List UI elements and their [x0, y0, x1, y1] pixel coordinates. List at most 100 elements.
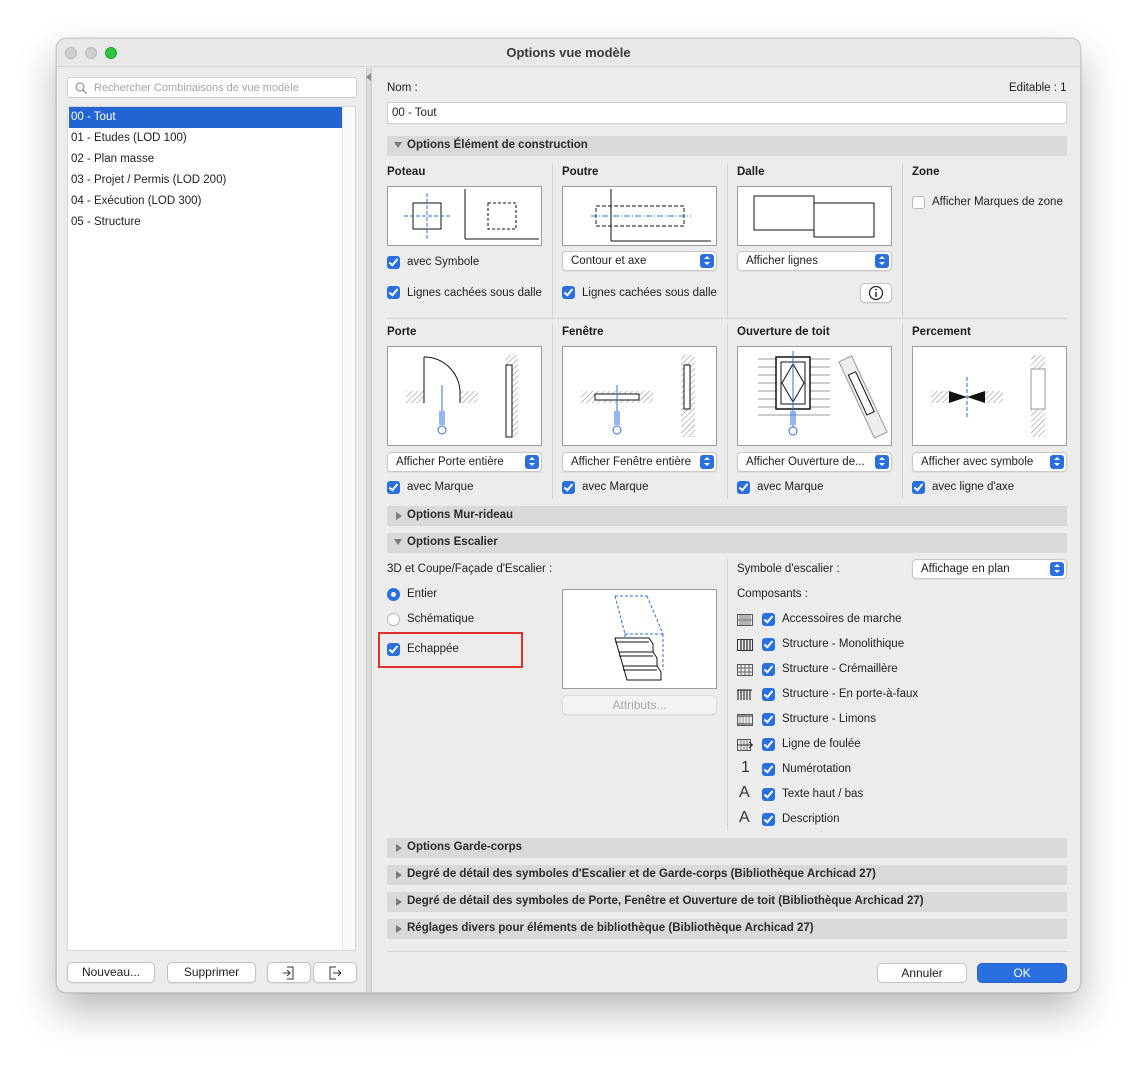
poutre-cachees-checkbox[interactable]: [562, 286, 575, 299]
view-combination-list[interactable]: 00 - Tout 01 - Etudes (LOD 100) 02 - Pla…: [67, 106, 356, 951]
percement-axe-checkbox[interactable]: [912, 481, 925, 494]
cancel-button[interactable]: Annuler: [877, 963, 967, 983]
disclosure-closed-icon: [396, 898, 402, 906]
list-item[interactable]: 04 - Exécution (LOD 300): [69, 191, 343, 212]
list-item[interactable]: 05 - Structure: [69, 212, 343, 233]
component-checkbox[interactable]: [762, 688, 775, 701]
schematique-radio[interactable]: [387, 613, 400, 626]
search-icon: [75, 82, 88, 95]
chevron-updown-icon: [1050, 562, 1064, 576]
window-title: Options vue modèle: [506, 45, 631, 60]
export-icon: [329, 966, 342, 980]
disclosure-closed-icon: [396, 844, 402, 852]
section-detail-stair[interactable]: Degré de détail des symboles d'Escalier …: [387, 865, 1067, 885]
poutre-preview: [562, 186, 717, 246]
list-item[interactable]: 00 - Tout: [69, 107, 343, 128]
schematique-label: Schématique: [407, 613, 475, 625]
dalle-title: Dalle: [737, 166, 765, 178]
entier-radio[interactable]: [387, 588, 400, 601]
name-field[interactable]: 00 - Tout: [387, 102, 1067, 124]
name-label: Nom :: [387, 82, 418, 94]
popup-value: Afficher avec symbole: [921, 456, 1034, 468]
component-checkbox[interactable]: [762, 788, 775, 801]
section-title: Réglages divers pour éléments de bibliot…: [407, 922, 814, 934]
ouverture-display-popup[interactable]: Afficher Ouverture de...: [737, 452, 892, 472]
porte-preview: [387, 346, 542, 446]
list-item[interactable]: 02 - Plan masse: [69, 149, 343, 170]
poteau-preview: [387, 186, 542, 246]
monolithic-structure-icon: [737, 639, 753, 651]
component-checkbox[interactable]: [762, 638, 775, 651]
poutre-display-popup[interactable]: Contour et axe: [562, 251, 717, 271]
ouverture-preview: [737, 346, 892, 446]
section-railing[interactable]: Options Garde-corps: [387, 838, 1067, 858]
section-title: Options Élément de construction: [407, 139, 588, 151]
section-misc[interactable]: Réglages divers pour éléments de bibliot…: [387, 919, 1067, 939]
component-checkbox[interactable]: [762, 713, 775, 726]
zone-marques-checkbox[interactable]: [912, 196, 925, 209]
component-label: Structure - En porte-à-faux: [782, 688, 919, 700]
pane-splitter[interactable]: [366, 68, 372, 992]
options-dialog: Options vue modèle 00 - Tout 01 - Etudes…: [56, 38, 1081, 993]
poteau-cachees-checkbox[interactable]: [387, 286, 400, 299]
popup-value: Contour et axe: [571, 255, 647, 267]
walking-line-icon: [737, 739, 753, 751]
attributs-button[interactable]: Attributs...: [562, 695, 717, 715]
percement-display-popup[interactable]: Afficher avec symbole: [912, 452, 1067, 472]
disclosure-closed-icon: [396, 925, 402, 933]
numbering-icon: 1: [741, 759, 750, 776]
chevron-updown-icon: [875, 455, 889, 469]
info-button[interactable]: [860, 283, 892, 303]
section-title: Options Mur-rideau: [407, 509, 514, 521]
import-button[interactable]: [267, 962, 311, 983]
section-curtain-wall[interactable]: Options Mur-rideau: [387, 506, 1067, 526]
highlight-box: [378, 632, 523, 668]
component-checkbox[interactable]: [762, 738, 775, 751]
fenetre-title: Fenêtre: [562, 326, 604, 338]
percement-axe-label: avec ligne d'axe: [932, 481, 1015, 493]
entier-label: Entier: [407, 588, 438, 600]
component-checkbox[interactable]: [762, 813, 775, 826]
fenetre-preview: [562, 346, 717, 446]
search-field[interactable]: [67, 77, 357, 98]
info-icon: [868, 285, 884, 301]
component-label: Numérotation: [782, 763, 852, 775]
component-checkbox[interactable]: [762, 763, 775, 776]
disclosure-closed-icon: [396, 871, 402, 879]
ouverture-title: Ouverture de toit: [737, 326, 830, 338]
poteau-symbole-checkbox[interactable]: [387, 256, 400, 269]
new-button[interactable]: Nouveau...: [67, 962, 155, 983]
component-checkbox[interactable]: [762, 613, 775, 626]
delete-button[interactable]: Supprimer: [167, 962, 256, 983]
ouverture-marque-checkbox[interactable]: [737, 481, 750, 494]
fenetre-marque-label: avec Marque: [582, 481, 649, 493]
porte-display-popup[interactable]: Afficher Porte entière: [387, 452, 542, 472]
porte-marque-checkbox[interactable]: [387, 481, 400, 494]
side-stringer-icon: [737, 714, 753, 726]
chevron-updown-icon: [700, 254, 714, 268]
fenetre-display-popup[interactable]: Afficher Fenêtre entière: [562, 452, 717, 472]
dalle-display-popup[interactable]: Afficher lignes: [737, 251, 892, 271]
symbole-escalier-popup[interactable]: Affichage en plan: [912, 559, 1067, 579]
stringer-structure-icon: [737, 664, 753, 676]
list-item[interactable]: 01 - Etudes (LOD 100): [69, 128, 343, 149]
grid-divider: [552, 163, 553, 318]
grid-divider: [552, 323, 553, 498]
disclosure-open-icon: [394, 539, 402, 545]
poutre-cachees-label: Lignes cachées sous dalle: [582, 287, 717, 299]
list-scrollbar[interactable]: [342, 107, 355, 950]
section-stair[interactable]: Options Escalier: [387, 533, 1067, 553]
fenetre-marque-checkbox[interactable]: [562, 481, 575, 494]
list-item[interactable]: 03 - Projet / Permis (LOD 200): [69, 170, 343, 191]
search-input[interactable]: [94, 80, 352, 95]
section-construction[interactable]: Options Élément de construction: [387, 136, 1067, 156]
collapse-triangle-icon[interactable]: [366, 73, 371, 81]
export-button[interactable]: [313, 962, 357, 983]
grid-divider: [727, 559, 728, 831]
percement-preview: [912, 346, 1067, 446]
component-checkbox[interactable]: [762, 663, 775, 676]
section-detail-door[interactable]: Degré de détail des symboles de Porte, F…: [387, 892, 1067, 912]
ok-button[interactable]: OK: [977, 963, 1067, 983]
poteau-cachees-label: Lignes cachées sous dalle: [407, 287, 542, 299]
component-label: Texte haut / bas: [782, 788, 864, 800]
